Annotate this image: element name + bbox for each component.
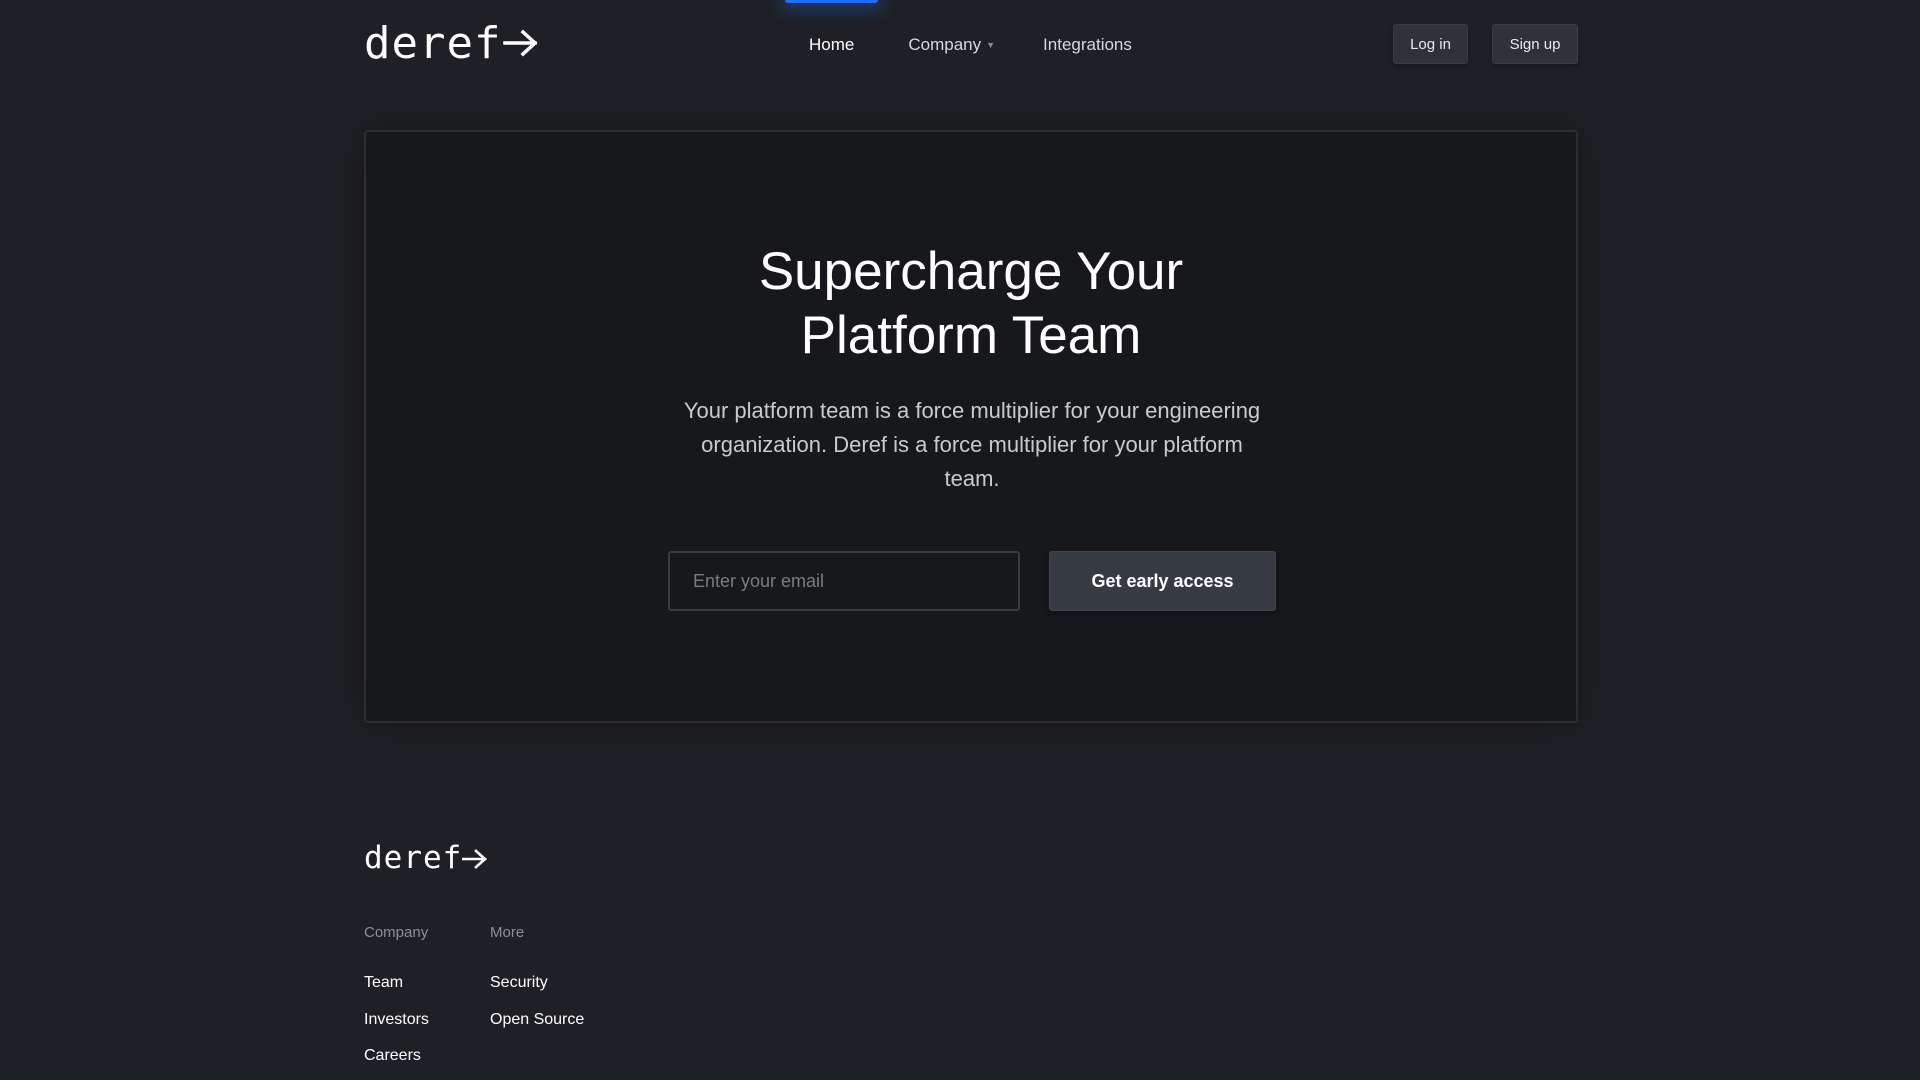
- page: deref Home Company ▼ Integrations Log in…: [0, 0, 1920, 1080]
- arrow-right-icon: [462, 840, 488, 876]
- nav-home-label: Home: [809, 35, 855, 54]
- main-nav: Home Company ▼ Integrations: [784, 0, 1132, 90]
- footer-heading-company: Company: [364, 924, 429, 941]
- footer-deref-logo[interactable]: deref: [364, 840, 488, 876]
- footer-link-careers[interactable]: Careers: [364, 1046, 429, 1080]
- nav-company[interactable]: Company ▼: [908, 0, 995, 90]
- auth-buttons: Log in Sign up: [1393, 24, 1578, 64]
- footer-links-more: Security Open Source: [490, 973, 584, 1046]
- hero-card: Supercharge Your Platform Team Your plat…: [364, 130, 1578, 723]
- hero-title-line1: Supercharge Your: [758, 242, 1184, 301]
- footer-column-more: More Security Open Source: [490, 924, 584, 1046]
- get-early-access-button[interactable]: Get early access: [1049, 551, 1276, 611]
- footer-link-team[interactable]: Team: [364, 973, 429, 1010]
- nav-home[interactable]: Home: [784, 0, 879, 90]
- login-button[interactable]: Log in: [1393, 24, 1468, 64]
- arrow-right-icon: [503, 20, 539, 68]
- chevron-down-icon: ▼: [986, 40, 996, 50]
- nav-integrations-label: Integrations: [1043, 35, 1132, 54]
- site-header: deref Home Company ▼ Integrations Log in…: [364, 0, 1578, 90]
- footer-link-open-source[interactable]: Open Source: [490, 1010, 584, 1047]
- footer-logo-text: deref: [364, 840, 463, 876]
- deref-logo[interactable]: deref: [364, 20, 539, 68]
- nav-company-label: Company: [908, 35, 982, 54]
- logo-text: deref: [364, 18, 502, 69]
- hero-title-line2: Platform Team: [800, 306, 1142, 365]
- footer-links-company: Team Investors Careers: [364, 973, 429, 1080]
- footer-link-investors[interactable]: Investors: [364, 1010, 429, 1047]
- nav-integrations[interactable]: Integrations: [1043, 0, 1132, 90]
- hero-title: Supercharge Your Platform Team: [366, 240, 1576, 368]
- email-input[interactable]: [668, 551, 1020, 611]
- footer-heading-more: More: [490, 924, 525, 941]
- footer-column-company: Company Team Investors Careers: [364, 924, 429, 1080]
- footer-link-security[interactable]: Security: [490, 973, 584, 1010]
- hero-subtitle: Your platform team is a force multiplier…: [683, 398, 1261, 491]
- signup-button[interactable]: Sign up: [1492, 24, 1578, 64]
